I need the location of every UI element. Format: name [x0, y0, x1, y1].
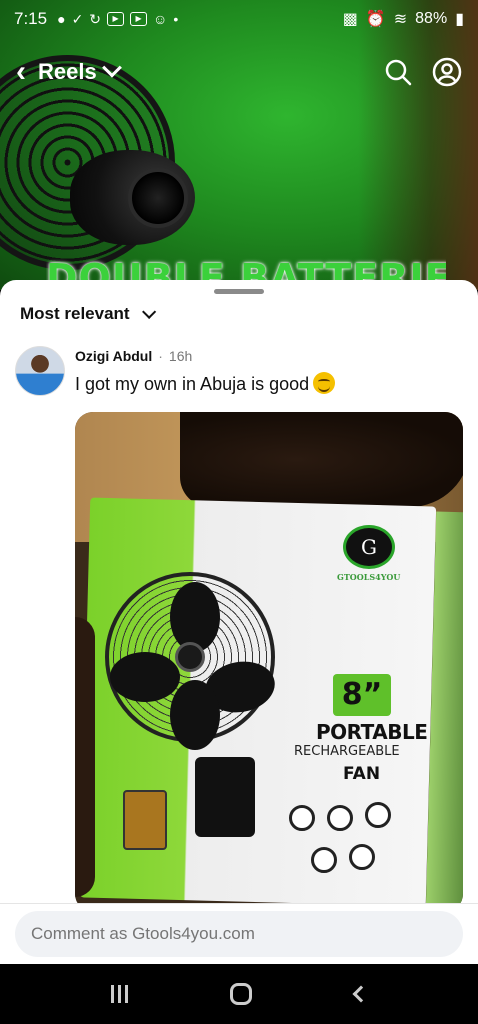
recent-apps-icon[interactable] — [111, 985, 129, 1003]
brand-logo: G — [343, 525, 395, 569]
reels-title[interactable]: Reels — [38, 59, 97, 85]
comment-time: 16h — [168, 348, 193, 364]
feature-icon — [311, 847, 337, 873]
reels-header: ‹ Reels — [0, 50, 478, 94]
nfc-icon: ▩ — [342, 11, 358, 28]
fan-hub — [175, 642, 205, 672]
more-dot-icon: • — [173, 11, 179, 27]
photo-hand — [180, 412, 463, 507]
comment-meta: Ozigi Abdul · 16h — [75, 348, 192, 364]
chevron-down-icon[interactable] — [101, 57, 122, 78]
fan-blade — [170, 582, 220, 652]
separator-dot: · — [158, 348, 163, 364]
notification-icons: ● ✓ ↻ ▶ ▶ ☺ • — [57, 11, 178, 28]
back-icon[interactable] — [352, 985, 370, 1003]
chat-icon: ● — [57, 11, 66, 27]
reel-video[interactable]: DOUBLE BATTERIES — [0, 0, 478, 290]
status-time: 7:15 — [14, 9, 48, 28]
sync-icon: ↻ — [89, 10, 102, 27]
box-subtitle: RECHARGEABLE — [294, 744, 400, 759]
feature-icon — [327, 805, 353, 831]
home-icon[interactable] — [230, 983, 253, 1005]
comment-author[interactable]: Ozigi Abdul — [75, 348, 152, 364]
video-shadow — [358, 0, 478, 290]
system-nav-bar — [0, 964, 478, 1024]
comments-sheet: Most relevant Ozigi Abdul · 16h I got my… — [0, 280, 478, 964]
system-icons: ▩ ⏰ ≋ 88% ▮ — [343, 9, 464, 29]
youtube-icon-2: ▶ — [130, 12, 148, 26]
comment-input[interactable] — [15, 911, 463, 957]
avatar[interactable] — [15, 346, 65, 396]
battery-level: 88% — [415, 10, 448, 27]
alarm-icon: ⏰ — [365, 11, 386, 28]
chevron-down-icon — [141, 304, 156, 319]
drag-handle[interactable] — [214, 289, 264, 294]
box-product: FAN — [343, 764, 381, 784]
fan-blade — [110, 652, 180, 702]
comment-photo[interactable]: G GTOOLS4YOU 8” PORTABLE RECHARGEABLE FA… — [75, 412, 463, 912]
battery-image — [123, 790, 167, 850]
fan-blade — [170, 680, 220, 750]
feature-icon — [365, 802, 391, 828]
comment-text-row: I got my own in Abuja is good — [75, 372, 336, 395]
wifi-signal-icon: ≋ — [393, 11, 408, 28]
photo-hand-left — [75, 617, 95, 897]
sort-dropdown[interactable]: Most relevant — [20, 304, 156, 324]
box-size-label: 8” — [333, 674, 391, 716]
smiling-face-icon — [313, 372, 336, 394]
comment-text: I got my own in Abuja is good — [75, 374, 310, 394]
box-title: PORTABLE — [316, 720, 428, 744]
feature-icon — [349, 844, 375, 870]
chevron-left-icon[interactable]: ‹ — [16, 57, 26, 87]
status-bar: 7:15 ● ✓ ↻ ▶ ▶ ☺ • ▩ ⏰ ≋ 88% ▮ — [0, 0, 478, 38]
check-icon: ✓ — [71, 10, 84, 27]
feature-icon — [289, 805, 315, 831]
battery-icon: ▮ — [455, 11, 464, 28]
search-icon[interactable] — [384, 58, 412, 86]
emoji-app-icon: ☺ — [153, 11, 168, 27]
fan-cap-image — [128, 168, 188, 228]
youtube-icon: ▶ — [107, 12, 125, 26]
account-icon[interactable] — [432, 57, 462, 87]
sort-label: Most relevant — [20, 304, 130, 323]
fan-base — [195, 757, 255, 837]
brand-name-logo: GTOOLS4YOU — [337, 572, 401, 582]
comment-bar — [0, 903, 478, 964]
